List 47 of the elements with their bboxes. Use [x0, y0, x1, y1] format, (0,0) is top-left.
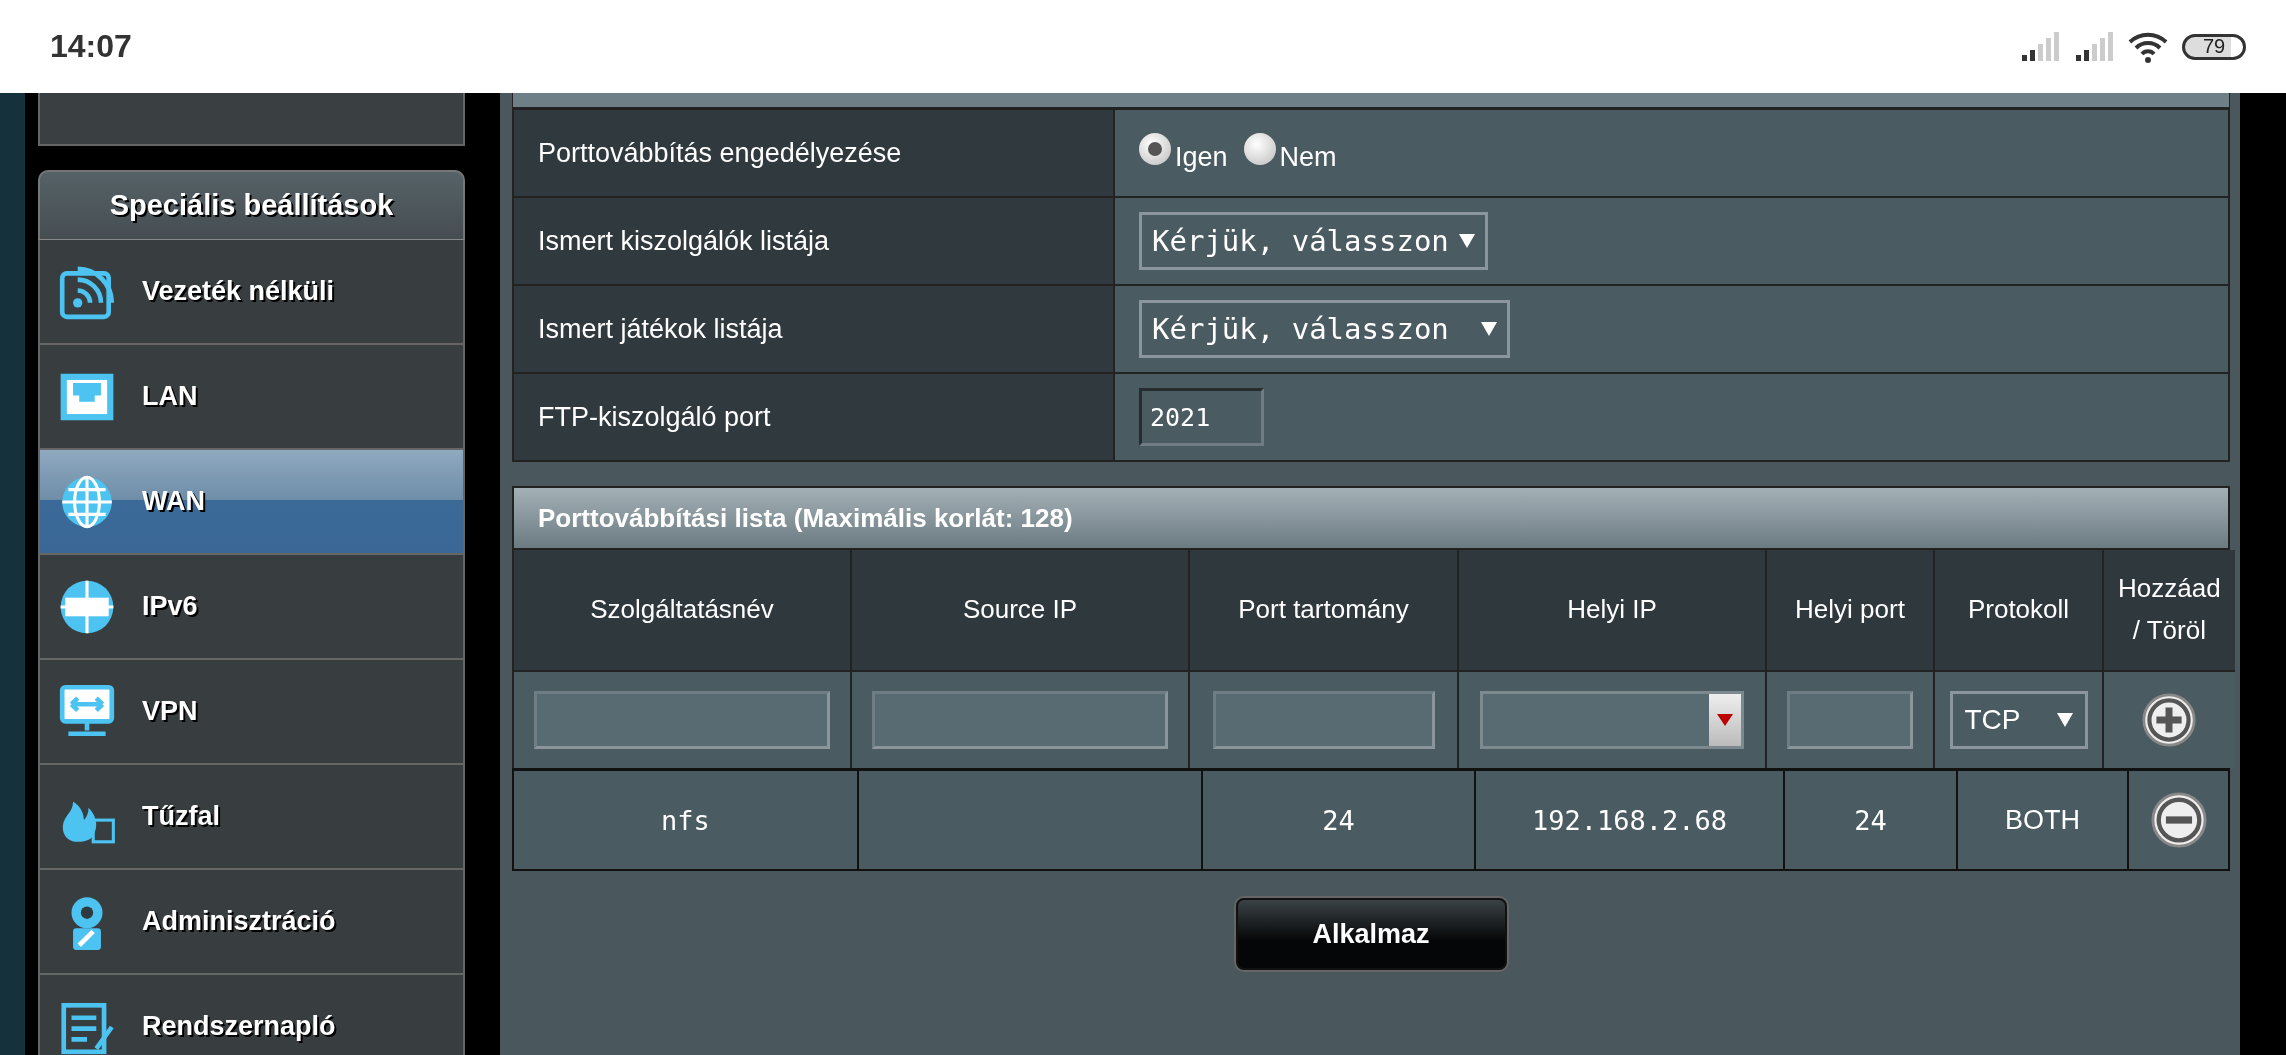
- remove-icon[interactable]: [2149, 791, 2208, 849]
- combo-box[interactable]: [1480, 691, 1744, 749]
- table-cell: BOTH: [1958, 771, 2129, 869]
- column-header: Hozzáad / Töröl: [2104, 550, 2235, 670]
- dropdown[interactable]: Kérjük, válasszon: [1139, 300, 1510, 358]
- wifi-icon: [2128, 30, 2168, 63]
- field-label: Porttovábbítás engedélyezése: [514, 108, 1115, 196]
- input-field[interactable]: [872, 691, 1168, 749]
- column-header: Helyi port: [1767, 550, 1935, 670]
- signal-icon: [2074, 31, 2114, 62]
- radio-label: Nem: [1279, 142, 1337, 173]
- sidebar-item[interactable]: Adminisztráció: [38, 870, 465, 975]
- input-field[interactable]: [1787, 691, 1913, 749]
- section-title: Porttovábbítási lista (Maximális korlát: 128): [512, 486, 2230, 550]
- field-label: Ismert kiszolgálók listája: [514, 196, 1115, 284]
- add-icon[interactable]: [2141, 692, 2198, 748]
- input-field[interactable]: 2021: [1139, 388, 1264, 446]
- sidebar-item[interactable]: LAN: [38, 345, 465, 450]
- sidebar-item[interactable]: Tűzfal: [38, 765, 465, 870]
- input-field[interactable]: [534, 691, 830, 749]
- table-cell: nfs: [514, 771, 859, 869]
- sidebar-item[interactable]: WAN: [38, 450, 465, 555]
- sidebar-item[interactable]: VPN: [38, 660, 465, 765]
- input-field[interactable]: [1212, 691, 1435, 749]
- table-cell: 24: [1203, 771, 1476, 869]
- radio-button[interactable]: [1139, 133, 1171, 165]
- dropdown[interactable]: Kérjük, válasszon: [1139, 212, 1488, 270]
- table-cell: 24: [1785, 771, 1958, 869]
- battery-indicator: 79: [2182, 33, 2246, 60]
- sidebar-item[interactable]: Rendszernapló: [38, 975, 465, 1055]
- dropdown[interactable]: TCP: [1949, 691, 2088, 749]
- table-cell: 192.168.2.68: [1476, 771, 1785, 869]
- column-header: Helyi IP: [1459, 550, 1767, 670]
- radio-button[interactable]: [1243, 133, 1276, 165]
- column-header: Szolgáltatásnév: [514, 550, 852, 670]
- sidebar-section-title: Speciális beállítások: [38, 170, 465, 240]
- field-label: FTP-kiszolgáló port: [514, 372, 1115, 460]
- sidebar-item[interactable]: Vezeték nélküli: [38, 240, 465, 345]
- apply-button[interactable]: Alkalmaz: [1235, 898, 1507, 970]
- column-header: Port tartomány: [1190, 550, 1459, 670]
- column-header: Protokoll: [1935, 550, 2104, 670]
- radio-label: Igen: [1175, 142, 1228, 173]
- sidebar-item[interactable]: IPv6: [38, 555, 465, 660]
- column-header: Source IP: [852, 550, 1190, 670]
- field-label: Ismert játékok listája: [514, 284, 1115, 372]
- clock-time: 14:07: [50, 28, 132, 65]
- signal-icon: [2020, 31, 2060, 62]
